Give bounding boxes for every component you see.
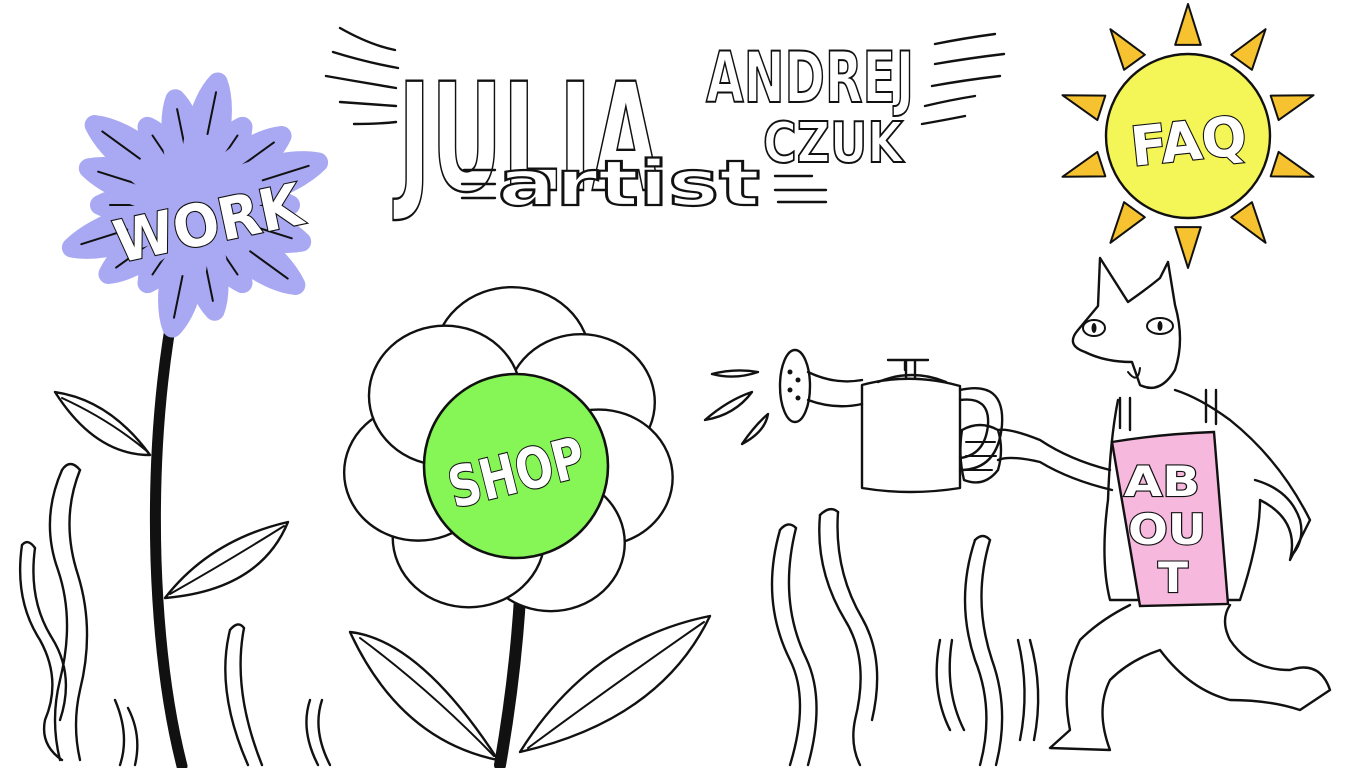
about-apron[interactable]: AB OU T	[1110, 430, 1230, 608]
logo-last-name-part1: ANDREJ	[706, 37, 914, 119]
site-logo[interactable]: JULIA ANDREJ CZUK artist	[324, 26, 1006, 227]
sun-ray	[1174, 3, 1202, 46]
nozzle-holes	[787, 369, 801, 401]
logo-last-name-part2: CZUK	[763, 111, 905, 176]
sun-ray	[1230, 201, 1267, 244]
work-flower-leaves	[53, 390, 290, 600]
sun-ray	[1269, 94, 1315, 122]
about-label-line3: T	[1158, 553, 1188, 602]
sun-ray	[1109, 28, 1146, 71]
subtitle-equals-right	[773, 174, 828, 204]
logo-subtitle: artist	[498, 147, 760, 220]
sun-ray	[1061, 150, 1107, 178]
work-flower-stem	[149, 294, 188, 768]
about-label-line1: AB	[1124, 457, 1200, 506]
sun-ray	[1269, 150, 1315, 178]
about-label-line2: OU	[1128, 505, 1206, 554]
water-drops	[703, 369, 770, 446]
faq-label: FAQ	[1128, 104, 1250, 179]
sun-ray	[1174, 226, 1202, 269]
sun-ray	[1230, 28, 1267, 71]
shop-flower-leaves	[348, 614, 712, 762]
illustrated-scene: JULIA ANDREJ CZUK artist WORK SHOP FAQ A…	[18, 3, 1332, 768]
faq-sun[interactable]: FAQ	[1061, 3, 1315, 269]
left-wing-decoration	[324, 26, 400, 126]
sun-ray	[1109, 201, 1146, 244]
right-sprouts	[770, 507, 1040, 767]
shop-flower[interactable]: SHOP	[342, 285, 712, 768]
right-wing-decoration	[920, 32, 1006, 126]
watering-can	[703, 348, 1004, 494]
sun-ray	[1061, 94, 1107, 122]
